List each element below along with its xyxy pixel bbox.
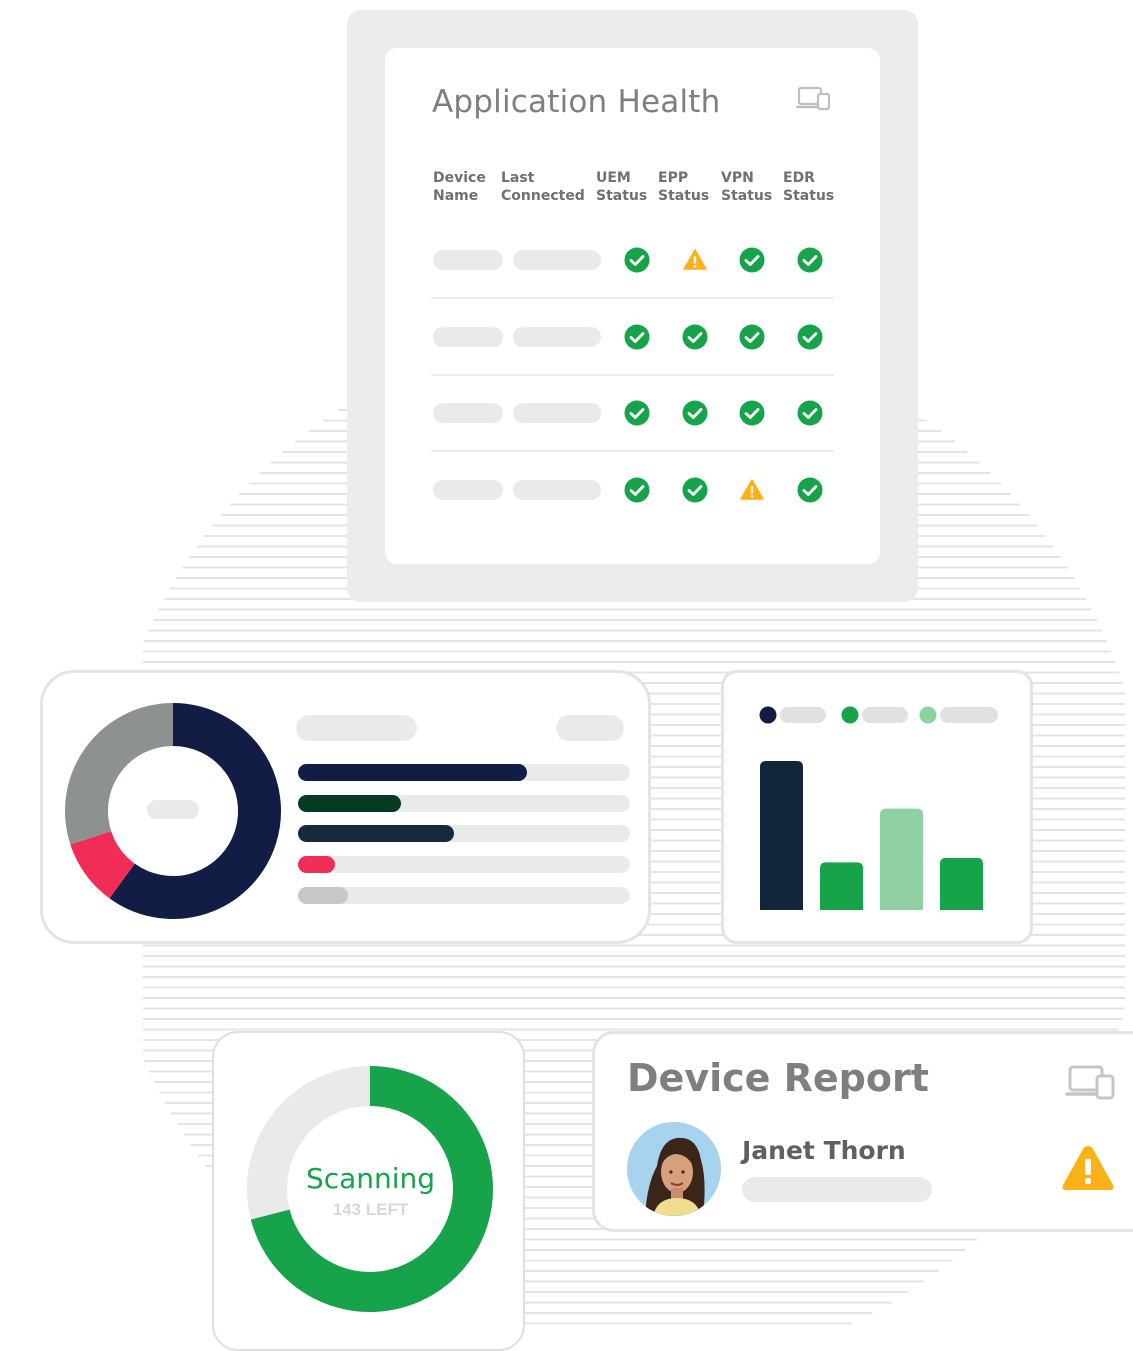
- check-circle-icon: [624, 400, 650, 426]
- check-circle-icon: [739, 400, 765, 426]
- progress-bar-fill: [298, 764, 528, 781]
- table-row[interactable]: [431, 300, 834, 376]
- device-name-placeholder: [433, 250, 503, 270]
- legend-label-placeholder: [862, 707, 908, 723]
- application-health-title: Application Health: [432, 84, 721, 120]
- device-report-title: Device Report: [627, 1056, 929, 1100]
- check-circle-icon: [624, 477, 650, 503]
- check-circle-icon: [624, 247, 650, 273]
- progress-bar: [298, 887, 630, 904]
- progress-bar: [298, 856, 630, 873]
- chart-bar: [820, 862, 863, 910]
- legend-dot: [919, 706, 937, 724]
- user-avatar[interactable]: [627, 1122, 721, 1216]
- check-circle-icon: [739, 324, 765, 350]
- legend-label-placeholder: [780, 707, 826, 723]
- progress-bar-fill: [298, 856, 335, 873]
- check-circle-icon: [797, 400, 823, 426]
- devices-icon[interactable]: [1065, 1064, 1117, 1104]
- column-uem-status[interactable]: UEM Status: [596, 169, 647, 205]
- device-name-placeholder: [433, 479, 503, 500]
- legend-dot: [759, 706, 777, 724]
- progress-bar: [298, 795, 630, 812]
- column-edr-status[interactable]: EDR Status: [783, 169, 834, 205]
- progress-bar-fill: [298, 795, 401, 812]
- progress-bar: [298, 825, 630, 842]
- table-row[interactable]: [431, 223, 834, 299]
- device-breakdown-card: [40, 670, 651, 944]
- progress-bar-fill: [298, 887, 348, 904]
- check-circle-icon: [797, 247, 823, 273]
- scan-status-label: Scanning: [305, 1162, 436, 1195]
- check-circle-icon: [682, 400, 708, 426]
- user-detail-placeholder: [742, 1177, 932, 1202]
- last-connected-placeholder: [513, 403, 601, 423]
- warning-icon: [682, 247, 708, 273]
- warning-icon: [1062, 1146, 1114, 1190]
- check-circle-icon: [739, 247, 765, 273]
- devices-icon[interactable]: [796, 86, 832, 114]
- legend-dot: [841, 706, 859, 724]
- progress-bar-fill: [298, 825, 455, 842]
- device-name-placeholder: [433, 326, 503, 347]
- last-connected-placeholder: [513, 326, 601, 347]
- last-connected-placeholder: [513, 479, 601, 500]
- legend-label-placeholder: [940, 707, 998, 723]
- bar-chart-card: [721, 670, 1033, 944]
- chart-bar: [880, 808, 923, 910]
- column-epp-status[interactable]: EPP Status: [658, 169, 709, 205]
- device-report-card[interactable]: Device Report Janet Thorn: [592, 1031, 1133, 1232]
- avatar-photo: [627, 1122, 721, 1216]
- widget-heading-placeholder: [296, 715, 417, 741]
- table-row[interactable]: [431, 376, 834, 452]
- scan-progress-card: Scanning 143 LEFT: [212, 1031, 525, 1351]
- widget-action-placeholder: [556, 715, 624, 741]
- last-connected-placeholder: [513, 250, 601, 270]
- check-circle-icon: [797, 477, 823, 503]
- device-name-placeholder: [433, 403, 503, 423]
- progress-bar: [298, 764, 630, 781]
- check-circle-icon: [682, 324, 708, 350]
- check-circle-icon: [682, 477, 708, 503]
- bar-chart: [759, 706, 998, 910]
- column-device-name[interactable]: Device Name: [433, 169, 486, 205]
- warning-icon: [739, 477, 765, 503]
- chart-bar: [940, 857, 983, 910]
- donut-segment: [65, 703, 174, 845]
- donut-center-placeholder: [147, 800, 199, 819]
- column-vpn-status[interactable]: VPN Status: [721, 169, 772, 205]
- user-name: Janet Thorn: [742, 1136, 906, 1165]
- check-circle-icon: [797, 324, 823, 350]
- donut-segment: [70, 830, 136, 899]
- table-row[interactable]: [431, 453, 834, 529]
- scan-remaining-label: 143 LEFT: [332, 1200, 409, 1219]
- application-health-card: Application Health Device Name Last Connec…: [385, 48, 880, 564]
- check-circle-icon: [624, 324, 650, 350]
- column-last-connected[interactable]: Last Connected: [501, 169, 585, 205]
- chart-bar: [760, 761, 803, 910]
